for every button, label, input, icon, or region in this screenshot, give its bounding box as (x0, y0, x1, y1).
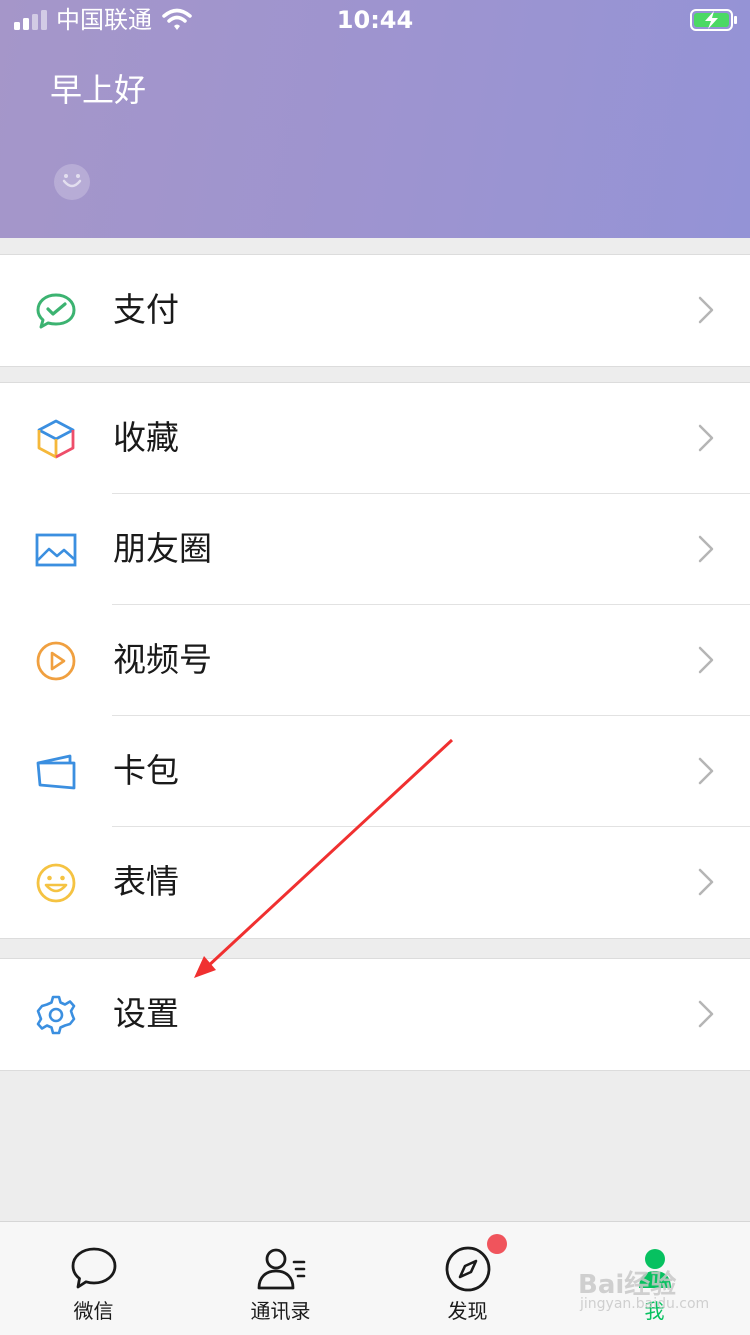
status-smiley-icon[interactable] (54, 164, 90, 200)
chevron-right-icon (698, 868, 714, 896)
menu-label-favorites: 收藏 (113, 418, 179, 457)
pay-group: 支付 (0, 254, 750, 367)
menu-item-channels[interactable]: 视频号 (0, 604, 750, 716)
menu-label-settings: 设置 (113, 994, 179, 1033)
menu-item-settings[interactable]: 设置 (0, 959, 750, 1070)
smiley-icon (36, 863, 76, 903)
profile-header[interactable]: 中国联通 10:44 早上好 (0, 0, 750, 238)
tab-chats[interactable]: 微信 (0, 1222, 187, 1335)
chat-bubble-icon (71, 1247, 117, 1289)
watermark-url: jingyan.baidu.com (580, 1296, 710, 1312)
settings-group: 设置 (0, 958, 750, 1071)
menu-item-pay[interactable]: 支付 (0, 255, 750, 366)
status-bar: 中国联通 10:44 (0, 0, 750, 40)
image-icon (35, 533, 77, 567)
chevron-right-icon (698, 296, 714, 324)
pay-icon (36, 293, 76, 329)
menu-item-favorites[interactable]: 收藏 (0, 383, 750, 494)
play-icon (36, 641, 76, 681)
chevron-right-icon (698, 646, 714, 674)
chevron-right-icon (698, 757, 714, 785)
tab-discover[interactable]: 发现 (374, 1222, 561, 1335)
battery-charging-icon (690, 9, 737, 31)
compass-icon (445, 1246, 491, 1292)
discover-badge-dot (487, 1234, 507, 1254)
menu-item-card[interactable]: 卡包 (0, 715, 750, 827)
menu-label-pay: 支付 (113, 290, 179, 329)
menu-label-moments: 朋友圈 (113, 529, 212, 568)
wallet-icon (36, 754, 76, 790)
tab-label-discover: 发现 (447, 1299, 488, 1323)
cube-icon (37, 419, 75, 459)
chevron-right-icon (698, 535, 714, 563)
tab-contacts[interactable]: 通讯录 (187, 1222, 374, 1335)
chevron-right-icon (698, 1000, 714, 1028)
tab-label-chats: 微信 (73, 1299, 114, 1323)
menu-item-stickers[interactable]: 表情 (0, 826, 750, 938)
menu-item-moments[interactable]: 朋友圈 (0, 493, 750, 605)
features-group: 收藏 朋友圈 视频号 卡包 表情 (0, 382, 750, 939)
greeting-text: 早上好 (50, 71, 147, 109)
contacts-icon (257, 1248, 306, 1290)
clock: 10:44 (336, 6, 414, 34)
menu-label-stickers: 表情 (113, 862, 179, 901)
tab-label-contacts: 通讯录 (250, 1299, 311, 1323)
gear-icon (36, 995, 76, 1035)
menu-label-card: 卡包 (113, 751, 179, 790)
menu-label-channels: 视频号 (113, 640, 212, 679)
chevron-right-icon (698, 424, 714, 452)
